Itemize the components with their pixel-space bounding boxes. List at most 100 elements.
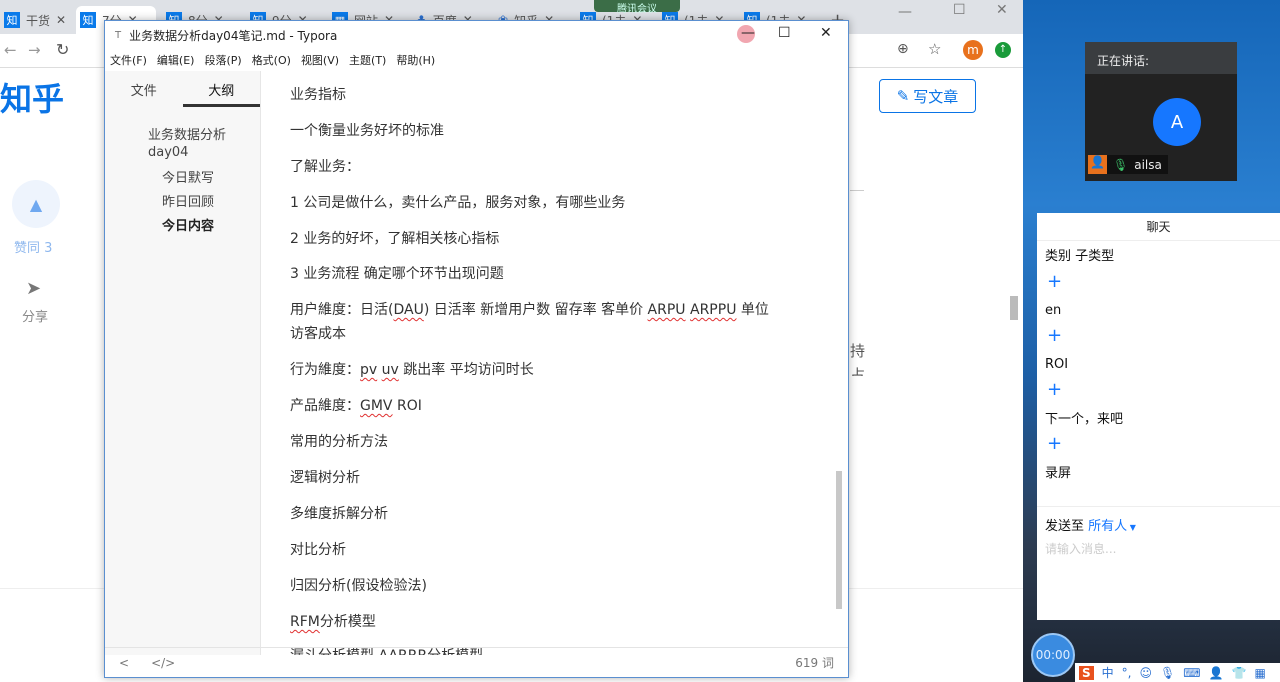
typora-icon: T xyxy=(115,29,122,41)
plus-icon[interactable]: + xyxy=(1047,433,1062,454)
sogou-icon[interactable]: S xyxy=(1079,665,1094,680)
tab-outline[interactable]: 大纲 xyxy=(182,71,260,107)
speaking-label: 正在讲话: xyxy=(1085,42,1237,74)
minimize-icon[interactable]: — xyxy=(898,4,912,20)
vote-count: 赞同 3 xyxy=(14,241,53,256)
text: ARPU xyxy=(647,302,686,318)
zhihu-logo[interactable]: 知乎 xyxy=(0,74,64,120)
extension-avatar[interactable]: m xyxy=(963,40,983,60)
back-icon[interactable]: ← xyxy=(4,41,17,59)
speaker-tag: 👤 🎙 ailsa xyxy=(1088,155,1168,174)
chat-input[interactable]: 请输入消息... xyxy=(1045,540,1116,557)
plus-icon[interactable]: + xyxy=(1047,379,1062,400)
user-icon[interactable]: 👤 xyxy=(1209,666,1224,680)
paragraph: 归因分析(假设检验法) xyxy=(290,578,427,594)
microphone-icon[interactable]: 🎙 xyxy=(1160,666,1175,680)
forward-icon[interactable]: → xyxy=(28,41,41,59)
outline-item[interactable]: 昨日回顾 xyxy=(162,191,214,210)
editor-scrollbar[interactable] xyxy=(836,471,842,609)
behind-text: 持 xyxy=(850,342,866,360)
paragraph: 访客成本 xyxy=(290,326,346,342)
menu-paragraph[interactable]: 段落(P) xyxy=(204,52,241,68)
paragraph-user-dimension: 用户維度：日活(DAU) 日活率 新增用户数 留存率 客单价 ARPU ARPP… xyxy=(290,299,769,319)
chevron-left-icon[interactable]: < xyxy=(119,656,129,670)
zoom-icon[interactable]: ⊕ xyxy=(897,41,909,57)
minimize-icon: — xyxy=(741,25,755,41)
menu-edit[interactable]: 编辑(E) xyxy=(157,52,195,68)
text: uv xyxy=(381,362,399,378)
chat-panel: 聊天 类别 子类型 + en + ROI + 下一个，来吧 + 录屏 发送至 所… xyxy=(1037,213,1280,620)
text: 用户維度：日活( xyxy=(290,302,394,318)
meeting-badge: 腾讯会议 xyxy=(594,0,680,15)
close-icon[interactable]: ✕ xyxy=(56,13,66,27)
maximize-icon[interactable]: ☐ xyxy=(778,25,791,41)
outline-item[interactable]: 业务数据分析day04 xyxy=(148,127,238,161)
text: RFM xyxy=(290,614,320,630)
paragraph: 了解业务： xyxy=(290,159,360,175)
upload-extension-icon[interactable]: ↑ xyxy=(995,42,1011,58)
page-scrollbar[interactable] xyxy=(1010,296,1018,320)
grid-icon[interactable]: ▦ xyxy=(1254,666,1265,680)
paragraph: 业务指标 xyxy=(290,87,346,103)
paragraph-behavior-dimension: 行为維度：pv uv 跳出率 平均访问时长 xyxy=(290,359,534,379)
write-article-button[interactable]: ✎ 写文章 xyxy=(879,79,976,113)
paragraph: 常用的分析方法 xyxy=(290,434,388,450)
text: ROI xyxy=(392,398,422,414)
menu-help[interactable]: 帮助(H) xyxy=(396,52,435,68)
zhihu-favicon-icon: 知 xyxy=(80,12,96,28)
edit-icon: ✎ xyxy=(896,87,910,105)
menu-view[interactable]: 视图(V) xyxy=(301,52,339,68)
title-bar: T 业务数据分析day04笔记.md - Typora — ☐ ✕ xyxy=(105,21,848,49)
browser-tab[interactable]: 知干货 ✕ xyxy=(0,6,70,34)
text: DAU xyxy=(393,302,424,318)
timer[interactable]: 00:00 xyxy=(1031,633,1075,677)
emoji-icon[interactable]: ☺ xyxy=(1140,666,1153,680)
sidebar: 文件 大纲 业务数据分析day04 今日默写 昨日回顾 今日内容 xyxy=(105,71,261,655)
outline-item-active[interactable]: 今日内容 xyxy=(162,215,214,234)
keyboard-icon[interactable]: ⌨ xyxy=(1183,666,1200,680)
menu-file[interactable]: 文件(F) xyxy=(110,52,147,68)
text: 跳出率 平均访问时长 xyxy=(398,362,534,378)
upvote-button[interactable]: ▲ xyxy=(12,180,60,228)
plus-icon[interactable]: + xyxy=(1047,325,1062,346)
text: pv xyxy=(360,362,378,378)
star-icon[interactable]: ☆ xyxy=(928,40,941,58)
editor[interactable]: 业务指标 一个衡量业务好坏的标准 了解业务： 1 公司是做什么，卖什么产品，服务… xyxy=(262,71,842,655)
skin-icon[interactable]: 👕 xyxy=(1232,666,1247,680)
paragraph: 1 公司是做什么，卖什么产品，服务对象，有哪些业务 xyxy=(290,195,626,211)
user-icon: 👤 xyxy=(1088,155,1107,174)
text: ARPPU xyxy=(690,302,737,318)
close-icon[interactable]: ✕ xyxy=(820,25,832,41)
send-to-target[interactable]: 所有人 xyxy=(1088,519,1127,534)
close-icon[interactable]: ✕ xyxy=(996,2,1008,18)
share-label[interactable]: 分享 xyxy=(22,306,48,325)
ime-punctuation[interactable]: °, xyxy=(1122,666,1132,680)
menu-bar: 文件(F) 编辑(E) 段落(P) 格式(O) 视图(V) 主题(T) 帮助(H… xyxy=(105,49,848,71)
send-icon[interactable]: ➤ xyxy=(26,278,41,299)
paragraph: 逻辑树分析 xyxy=(290,470,360,486)
text: 分析模型 xyxy=(319,614,376,630)
speaker-name: ailsa xyxy=(1134,157,1162,172)
paragraph: 一个衡量业务好坏的标准 xyxy=(290,123,444,139)
ime-toolbar: S 中 °, ☺ 🎙 ⌨ 👤 👕 ▦ xyxy=(1075,663,1280,682)
outline-item[interactable]: 今日默写 xyxy=(162,167,214,186)
maximize-icon[interactable]: ☐ xyxy=(953,2,966,18)
text: GMV xyxy=(360,398,393,414)
paragraph: 对比分析 xyxy=(290,542,346,558)
paragraph: 3 业务流程 确定哪个环节出现问题 xyxy=(290,266,504,282)
tab-files[interactable]: 文件 xyxy=(105,71,183,107)
send-to[interactable]: 发送至 所有人 ▼ xyxy=(1045,515,1136,534)
menu-theme[interactable]: 主题(T) xyxy=(349,52,386,68)
ime-mode[interactable]: 中 xyxy=(1102,664,1114,681)
caret-down-icon[interactable]: ▼ xyxy=(1127,523,1136,532)
word-count: 619 词 xyxy=(795,656,834,670)
text: ) 日活率 新增用户数 留存率 客单价 xyxy=(423,302,648,318)
window-title: 业务数据分析day04笔记.md - Typora xyxy=(129,28,338,43)
plus-icon[interactable]: + xyxy=(1047,271,1062,292)
menu-format[interactable]: 格式(O) xyxy=(252,52,291,68)
source-code-icon[interactable]: </> xyxy=(151,656,175,670)
chat-message: ROI xyxy=(1045,357,1069,372)
reload-icon[interactable]: ↻ xyxy=(56,40,69,59)
chat-message: 录屏 xyxy=(1045,466,1072,481)
typora-window: T 业务数据分析day04笔记.md - Typora — ☐ ✕ 文件(F) … xyxy=(104,20,849,678)
